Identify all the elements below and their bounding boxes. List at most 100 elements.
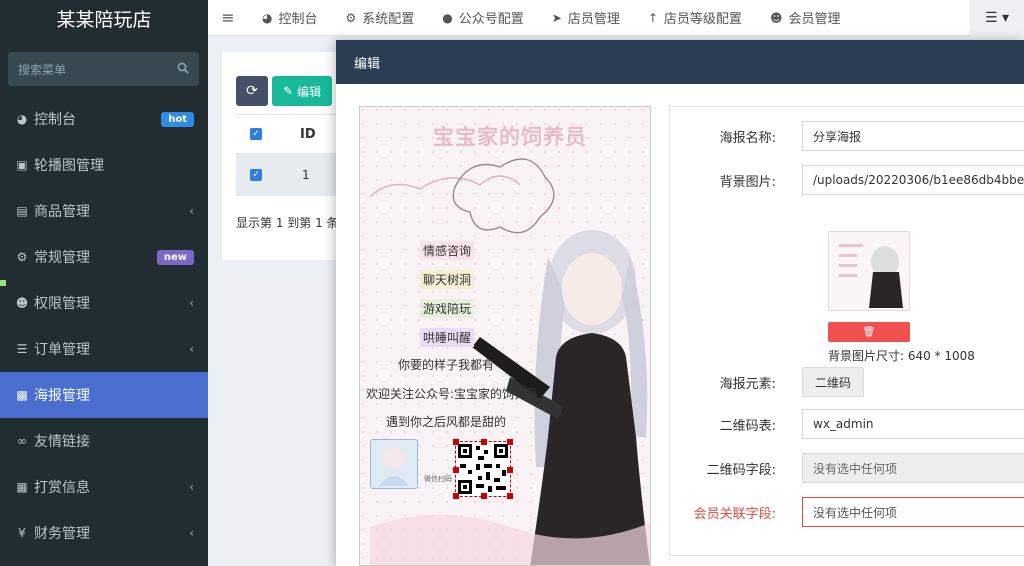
select-all-checkbox[interactable]: ✓: [250, 128, 262, 140]
resize-handle[interactable]: [453, 439, 459, 445]
nav-system-config[interactable]: ⚙ 系统配置: [332, 8, 429, 28]
resize-handle[interactable]: [507, 467, 513, 473]
nav-label: 公众号配置: [458, 12, 524, 27]
resize-handle[interactable]: [481, 493, 487, 499]
poster-avatar: [370, 439, 418, 489]
sidebar-item-dashboard[interactable]: ◕ 控制台 hot: [0, 96, 208, 142]
add-qrcode-button[interactable]: 二维码: [802, 367, 865, 397]
refresh-button[interactable]: ⟳: [236, 76, 268, 106]
poster-name-input[interactable]: 分享海报: [802, 121, 1024, 151]
qr-table-input[interactable]: wx_admin: [802, 409, 1024, 439]
sidebar-item-label: 控制台: [34, 112, 76, 128]
chevron-left-icon: ‹: [189, 204, 194, 218]
sidebar-item-label: 财务管理: [34, 526, 90, 542]
poster-form: 海报名称: 分享海报 背景图片: /uploads/20220306/b1ee8…: [669, 106, 1024, 556]
sidebar: 某某陪玩店 搜索菜单 ◕ 控制台 hot ▣ 轮播图管理 ▤ 商品管理 ‹ ⚙ …: [0, 0, 208, 566]
trash-icon: 🗑: [862, 326, 876, 338]
send-icon: ➤: [551, 10, 562, 25]
nav-wechat-config[interactable]: ● 公众号配置: [428, 8, 538, 28]
nav-label: 会员管理: [788, 12, 841, 27]
poster-canvas[interactable]: 宝宝家的饲养员 情感咨询 聊天树洞 游戏陪玩 哄睡叫醒 你要的样子我都有 欢迎关…: [359, 106, 651, 566]
picture-icon: ▩: [16, 388, 28, 402]
row-checkbox[interactable]: ✓: [250, 169, 262, 181]
more-menu-button[interactable]: ☰ ▾: [970, 0, 1024, 36]
sidebar-item-permissions[interactable]: ☻ 权限管理 ‹: [0, 280, 208, 326]
nav-label: 店员等级配置: [663, 12, 742, 27]
dashboard-icon: ◕: [16, 112, 28, 126]
poster-tag: 聊天树洞: [420, 270, 475, 289]
resize-handle[interactable]: [481, 439, 487, 445]
sidebar-item-label: 打赏信息: [34, 480, 90, 496]
resize-handle[interactable]: [453, 467, 459, 473]
new-badge: new: [156, 249, 194, 265]
menu-search-input[interactable]: 搜索菜单: [8, 52, 199, 86]
nav-label: 店员管理: [567, 12, 620, 27]
modal-body: 宝宝家的饲养员 情感咨询 聊天树洞 游戏陪玩 哄睡叫醒 你要的样子我都有 欢迎关…: [336, 84, 1024, 566]
chevron-left-icon: ‹: [189, 526, 194, 540]
sidebar-item-label: 权限管理: [34, 296, 90, 312]
poster-text-line: 欢迎关注公众号:宝宝家的饲养员: [366, 387, 539, 401]
poster-tag: 情感咨询: [420, 241, 475, 260]
sidebar-item-posters[interactable]: ▩ 海报管理: [0, 372, 208, 418]
qr-code-icon: [458, 444, 508, 494]
nav-staff-level[interactable]: ↑ 店员等级配置: [634, 8, 756, 28]
chevron-left-icon: ‹: [189, 296, 194, 310]
menu-toggle-icon[interactable]: ≡: [208, 8, 248, 27]
delete-image-button[interactable]: 🗑: [828, 322, 910, 342]
poster-text-line: 你要的样子我都有: [398, 358, 495, 372]
table-row[interactable]: ✓ 1: [236, 154, 352, 196]
sidebar-item-carousel[interactable]: ▣ 轮播图管理: [0, 142, 208, 188]
sidebar-item-label: 轮播图管理: [34, 158, 104, 174]
edit-button-label: 编辑: [296, 84, 321, 99]
row-id: 1: [302, 168, 310, 182]
hot-badge: hot: [161, 111, 194, 127]
top-navbar: ≡ ◕ 控制台 ⚙ 系统配置 ● 公众号配置 ➤ 店员管理 ↑ 店员等级配置 ☻…: [208, 0, 1024, 36]
resize-handle[interactable]: [507, 493, 513, 499]
qr-field-label: 二维码字段:: [706, 462, 776, 478]
resize-handle[interactable]: [507, 439, 513, 445]
background-thumbnail[interactable]: [828, 231, 910, 311]
sidebar-item-links[interactable]: ∞ 友情链接: [0, 418, 208, 464]
nav-members[interactable]: ☻ 会员管理: [756, 8, 855, 28]
form-row-name: 海报名称: 分享海报: [670, 121, 1024, 151]
table-header: ✓ ID: [236, 114, 352, 154]
background-size-info: 背景图片尺寸: 640 * 1008: [828, 349, 975, 363]
users-icon: ☻: [15, 296, 29, 310]
modal-title: 编辑: [354, 56, 381, 72]
nav-staff[interactable]: ➤ 店员管理: [538, 8, 634, 28]
link-icon: ∞: [17, 434, 27, 448]
sidebar-item-label: 海报管理: [34, 388, 90, 404]
poster-name-label: 海报名称:: [719, 130, 776, 146]
sidebar-item-orders[interactable]: ☰ 订单管理 ‹: [0, 326, 208, 372]
list-panel: ⟳ ✎ 编辑 ✓ ID ✓ 1 显示第 1 到第 1 条: [222, 52, 352, 260]
poster-tag: 游戏陪玩: [420, 299, 475, 318]
qr-field-select[interactable]: 没有选中任何项: [802, 453, 1024, 483]
sidebar-item-tips[interactable]: ▦ 打赏信息 ‹: [0, 464, 208, 510]
resize-handle[interactable]: [453, 493, 459, 499]
column-header-id: ID: [300, 126, 316, 142]
member-field-select[interactable]: 没有选中任何项: [802, 497, 1024, 527]
edit-button[interactable]: ✎ 编辑: [272, 76, 332, 106]
form-row-qr-field: 二维码字段: 没有选中任何项: [670, 453, 1024, 483]
sidebar-item-finance[interactable]: ¥ 财务管理 ‹: [0, 510, 208, 556]
poster-qr-code[interactable]: [453, 439, 513, 499]
nav-dashboard[interactable]: ◕ 控制台: [248, 8, 332, 28]
nav-label: 系统配置: [362, 12, 415, 27]
form-row-background: 背景图片: /uploads/20220306/b1ee86db4bbe: [670, 165, 1024, 195]
wechat-scan-label: 微信扫码: [424, 475, 452, 483]
edit-modal: 编辑 宝宝家的饲养员 情感咨询 聊天树洞 游戏陪玩 哄睡叫醒 你要的样子我都有 …: [336, 40, 1024, 566]
menu-search-placeholder: 搜索菜单: [18, 62, 67, 77]
gift-icon: ▦: [16, 480, 28, 494]
sidebar-item-goods[interactable]: ▤ 商品管理 ‹: [0, 188, 208, 234]
yen-icon: ¥: [18, 526, 26, 540]
sidebar-item-general[interactable]: ⚙ 常规管理 new: [0, 234, 208, 280]
image-icon: ▣: [16, 158, 28, 172]
cogs-icon: ⚙: [16, 250, 28, 264]
book-icon: ▤: [16, 204, 28, 218]
sidebar-item-label: 订单管理: [34, 342, 90, 358]
chevron-left-icon: ‹: [189, 480, 194, 494]
pagination-info: 显示第 1 到第 1 条: [236, 216, 339, 230]
brand-title[interactable]: 某某陪玩店: [0, 0, 208, 36]
background-path-input[interactable]: /uploads/20220306/b1ee86db4bbe: [802, 165, 1024, 195]
poster-elements-label: 海报元素:: [719, 376, 776, 392]
